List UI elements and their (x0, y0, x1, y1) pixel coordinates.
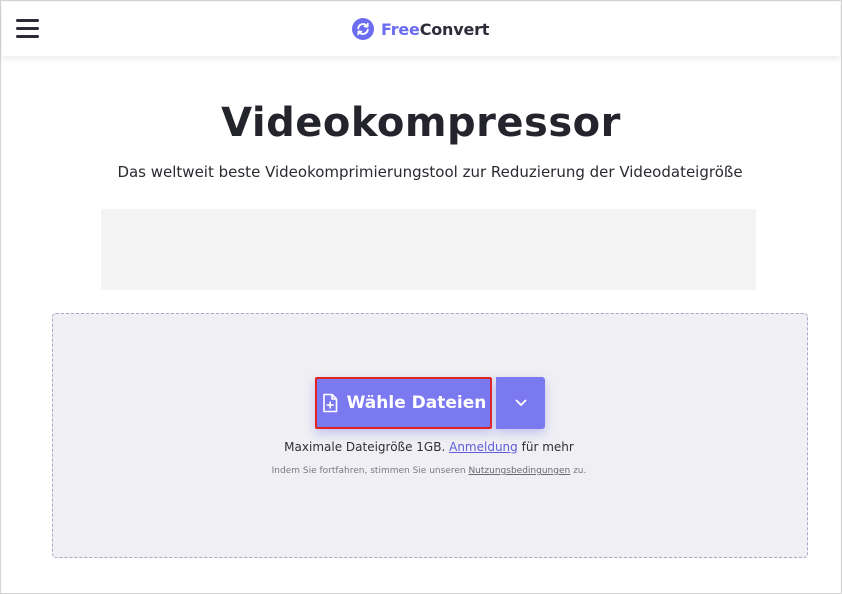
limit-prefix: Maximale Dateigröße 1GB. (284, 440, 446, 454)
terms-notice: Indem Sie fortfahren, stimmen Sie unsere… (53, 466, 805, 476)
file-dropzone[interactable]: Wähle Dateien Maximale Dateigröße 1GB. A… (52, 313, 808, 558)
hamburger-menu-icon[interactable] (16, 19, 40, 39)
top-navigation-bar: FreeConvert (2, 2, 840, 56)
refresh-circle-icon (352, 18, 374, 40)
brand-logo-link[interactable]: FreeConvert (352, 17, 489, 41)
chevron-down-icon (515, 399, 526, 406)
terms-of-use-link[interactable]: Nutzungsbedingungen (468, 466, 570, 476)
limit-suffix: für mehr (521, 440, 574, 454)
brand-name-free: Free (381, 19, 420, 39)
file-size-limit-text: Maximale Dateigröße 1GB. Anmeldung für m… (53, 440, 805, 454)
main-content: Videokompressor Das weltweit beste Video… (2, 56, 840, 593)
brand-name: FreeConvert (381, 20, 489, 39)
choose-files-button[interactable]: Wähle Dateien (315, 377, 492, 429)
terms-prefix: Indem Sie fortfahren, stimmen Sie unsere… (271, 466, 466, 476)
signup-link[interactable]: Anmeldung (449, 440, 518, 454)
ad-placeholder (101, 209, 756, 290)
page-title: Videokompressor (221, 100, 621, 146)
choose-files-label: Wähle Dateien (346, 393, 487, 413)
menu-line (16, 35, 39, 38)
terms-suffix: zu. (573, 466, 587, 476)
file-plus-icon (322, 393, 337, 413)
page-subtitle: Das weltweit beste Videokomprimierungsto… (117, 163, 743, 181)
menu-line (16, 27, 39, 30)
brand-name-convert: Convert (419, 19, 490, 39)
menu-line (16, 19, 39, 22)
browser-frame: FreeConvert Videokompressor Das weltweit… (0, 0, 842, 594)
upload-source-dropdown-button[interactable] (496, 377, 545, 429)
